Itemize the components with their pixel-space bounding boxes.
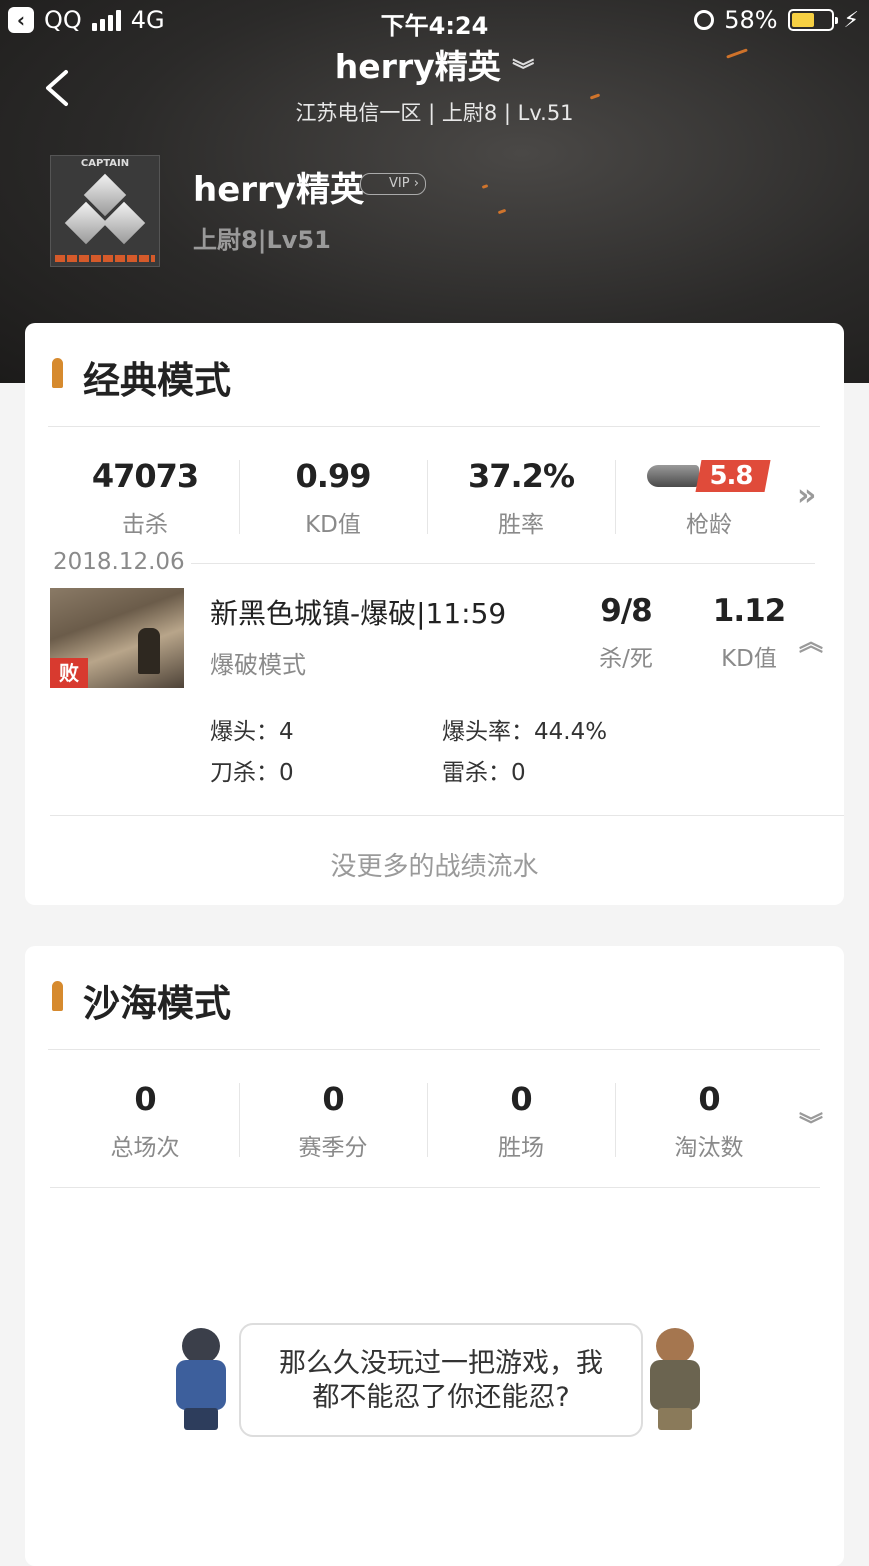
detail-value: 0 xyxy=(279,760,294,786)
rank-badge-icon: CAPTAIN xyxy=(50,155,160,267)
stat-wins: 0 胜场 xyxy=(428,1078,614,1162)
stat-label: 淘汰数 xyxy=(674,1135,744,1161)
vip-label: VIP xyxy=(389,176,410,191)
kill-death-value: 9/8 xyxy=(600,593,652,629)
detail-headshots: 爆头：4 xyxy=(210,712,294,746)
divider xyxy=(185,563,815,564)
page-title[interactable]: herry精英 ︾ xyxy=(0,40,869,88)
detail-value: 0 xyxy=(511,760,526,786)
more-arrow-icon[interactable]: » xyxy=(797,478,816,513)
player-name: herry精英 xyxy=(193,170,364,210)
charging-icon: ⚡ xyxy=(843,7,859,33)
gun-icon xyxy=(647,465,700,487)
player-rank: 上尉8|Lv51 xyxy=(193,226,331,254)
stat-value: 47073 xyxy=(91,457,199,495)
page-title-text: herry精英 xyxy=(334,47,501,86)
expand-icon[interactable]: ︾ xyxy=(799,1105,823,1140)
stat-label: KD值 xyxy=(305,512,361,538)
map-thumbnail[interactable]: 败 xyxy=(50,588,184,688)
match-kd-label: KD值 xyxy=(721,646,777,672)
stat-value: 0.99 xyxy=(295,457,372,495)
detail-label: 爆头率： xyxy=(442,719,534,745)
rank-badge-label: CAPTAIN xyxy=(80,158,130,169)
empty-state-line2: 都不能忍了你还能忍? xyxy=(312,1382,570,1413)
match-kd-value: 1.12 xyxy=(712,593,787,629)
desert-mode-card xyxy=(25,946,844,1566)
divider xyxy=(50,815,844,816)
no-more-records: 没更多的战绩流水 xyxy=(330,852,539,882)
stat-label: 枪龄 xyxy=(686,512,732,538)
server-rank-subtitle: 江苏电信一区 | 上尉8 | Lv.51 xyxy=(295,101,574,125)
stat-value: 0 xyxy=(134,1080,156,1118)
result-badge: 败 xyxy=(50,658,88,688)
divider xyxy=(48,426,820,427)
stat-winrate: 37.2% 胜率 xyxy=(428,455,614,539)
match-title: 新黑色城镇-爆破|11:59 xyxy=(210,597,507,630)
detail-label: 刀杀： xyxy=(210,760,279,786)
soldier-right-icon xyxy=(644,1328,706,1432)
empty-state-line1: 那么久没玩过一把游戏，我 xyxy=(279,1348,603,1379)
chevron-down-icon[interactable]: ︾ xyxy=(512,59,534,84)
stat-label: 胜率 xyxy=(498,512,544,538)
status-bar: ‹ QQ 4G 下午4:24 58% ⚡ xyxy=(0,0,869,42)
stat-eliminations: 0 淘汰数 xyxy=(616,1078,802,1162)
stat-total-matches: 0 总场次 xyxy=(52,1078,238,1162)
stat-value: 0 xyxy=(322,1080,344,1118)
rank-progress-bar xyxy=(55,255,155,262)
stat-label: 总场次 xyxy=(110,1135,180,1161)
alarm-icon xyxy=(694,10,715,30)
stat-value: 0 xyxy=(698,1080,720,1118)
match-kill-death: 9/8 杀/死 xyxy=(571,593,681,673)
collapse-icon[interactable]: ︽ xyxy=(799,622,823,657)
detail-value: 4 xyxy=(279,719,294,745)
detail-label: 爆头： xyxy=(210,719,279,745)
kill-death-label: 杀/死 xyxy=(599,646,653,672)
stat-value: 5.8 xyxy=(695,460,771,492)
detail-knife-kills: 刀杀：0 xyxy=(210,753,294,787)
stat-value: 0 xyxy=(510,1080,532,1118)
stat-value: 37.2% xyxy=(467,457,575,495)
divider xyxy=(50,1187,820,1188)
bullet-icon xyxy=(52,358,63,388)
soldier-left-icon xyxy=(170,1328,232,1432)
stat-label: 胜场 xyxy=(498,1135,544,1161)
battery-icon xyxy=(787,9,838,31)
divider xyxy=(48,1049,820,1050)
spark-decoration xyxy=(497,208,507,215)
stat-kd: 0.99 KD值 xyxy=(240,455,426,539)
detail-grenade-kills: 雷杀：0 xyxy=(442,753,526,787)
stat-label: 赛季分 xyxy=(298,1135,368,1161)
detail-label: 雷杀： xyxy=(442,760,511,786)
match-mode: 爆破模式 xyxy=(210,651,306,679)
soldier-figure xyxy=(138,628,160,674)
bullet-icon xyxy=(52,981,63,1011)
match-date: 2018.12.06 xyxy=(53,549,191,575)
stat-season-score: 0 赛季分 xyxy=(240,1078,426,1162)
vip-badge[interactable]: VIP › xyxy=(360,173,426,195)
detail-headshot-rate: 爆头率：44.4% xyxy=(442,712,607,746)
battery-percent: 58% xyxy=(724,6,778,34)
empty-state-bubble: 那么久没玩过一把游戏，我 都不能忍了你还能忍? xyxy=(239,1323,643,1437)
stat-kills: 47073 击杀 xyxy=(52,455,238,539)
classic-mode-title: 经典模式 xyxy=(83,359,231,402)
match-kd: 1.12 KD值 xyxy=(694,593,804,673)
spark-decoration xyxy=(481,184,489,189)
stat-gun-age: 5.8 枪龄 xyxy=(616,455,802,539)
detail-value: 44.4% xyxy=(534,719,608,745)
desert-mode-title: 沙海模式 xyxy=(83,982,231,1025)
stat-label: 击杀 xyxy=(122,512,168,538)
